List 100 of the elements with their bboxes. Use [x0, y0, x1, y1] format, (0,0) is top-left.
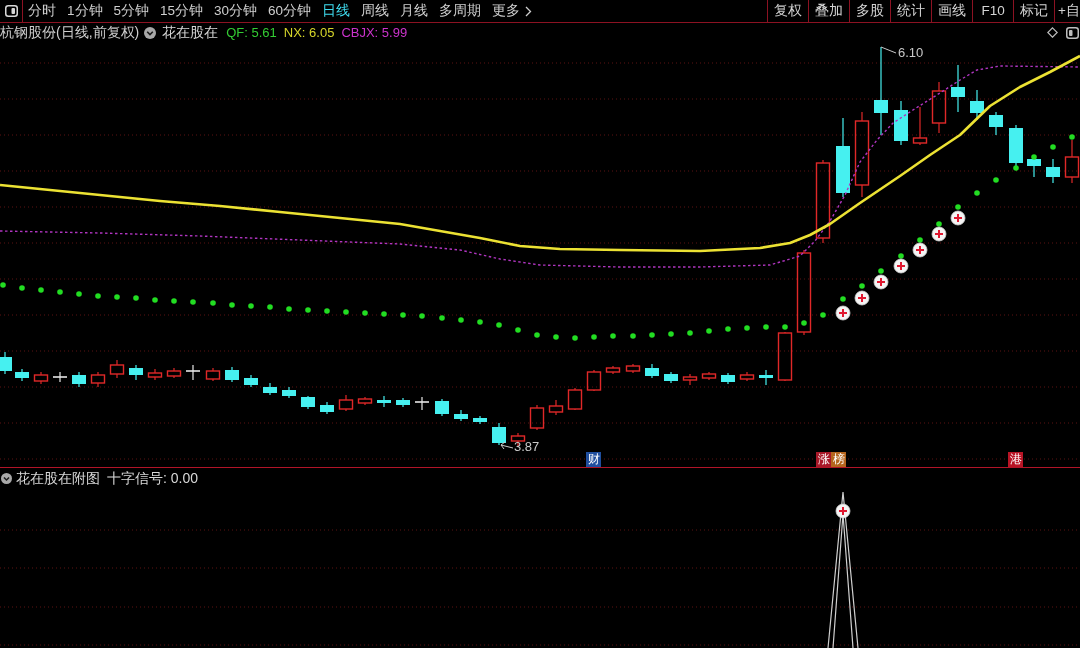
- signal-dot: [898, 253, 904, 259]
- candlestick: [894, 100, 908, 146]
- candlestick: [72, 371, 86, 388]
- signal-dot: [362, 310, 368, 316]
- signal-dot: [1013, 165, 1019, 171]
- plus-circle-icon: [912, 242, 928, 258]
- candlestick: [1009, 124, 1023, 168]
- candlestick: [1064, 139, 1080, 184]
- indicator-name: 花在股在: [162, 23, 219, 42]
- plus-circle-icon: [931, 226, 947, 242]
- signal-dot: [57, 289, 63, 295]
- candlestick: [166, 367, 182, 379]
- leader-arrow: [500, 441, 514, 450]
- signal-dot: [515, 327, 521, 333]
- signal-dot: [439, 315, 445, 321]
- candlestick: [625, 363, 641, 374]
- signal-dot: [974, 190, 980, 196]
- period-tab[interactable]: 月线: [400, 0, 429, 22]
- signal-dot: [706, 328, 712, 334]
- more-button[interactable]: 更多: [492, 0, 533, 22]
- indicator-readout: 十字信号: 0.00: [107, 468, 199, 488]
- signal-dot: [668, 331, 674, 337]
- period-tab[interactable]: 5分钟: [113, 0, 150, 22]
- event-marker[interactable]: 港: [1008, 452, 1023, 467]
- period-tab[interactable]: 多周期: [439, 0, 482, 22]
- toolbar-button[interactable]: F10: [972, 0, 1014, 22]
- period-tab[interactable]: 周线: [361, 0, 390, 22]
- signal-dot: [114, 294, 120, 300]
- signal-dot: [171, 298, 177, 304]
- signal-dot: [553, 334, 559, 340]
- event-marker[interactable]: 财: [586, 452, 601, 467]
- candlestick: [33, 371, 49, 385]
- signal-dot: [572, 335, 578, 341]
- signal-dot: [936, 221, 942, 227]
- candlestick: [357, 396, 373, 406]
- signal-dot: [458, 317, 464, 323]
- indicator-name: 花在股在附图: [16, 468, 100, 488]
- signal-dot: [725, 326, 731, 332]
- period-tab[interactable]: 30分钟: [214, 0, 258, 22]
- candlestick: [0, 351, 12, 375]
- panel-toggle-icon[interactable]: [4, 5, 18, 17]
- signal-dot: [286, 306, 292, 312]
- candlestick: [263, 382, 277, 396]
- period-tab[interactable]: 分时: [28, 0, 56, 22]
- toolbar-button[interactable]: 多股: [849, 0, 891, 22]
- candlestick: [586, 369, 602, 392]
- period-tab[interactable]: 1分钟: [67, 0, 103, 22]
- signal-dot: [95, 293, 101, 299]
- signal-dot: [878, 268, 884, 274]
- toolbar-button[interactable]: 画线: [931, 0, 973, 22]
- candlestick: [664, 371, 678, 384]
- signal-dot: [190, 299, 196, 305]
- signal-dot: [534, 332, 540, 338]
- signal-dot: [305, 307, 311, 313]
- signal-dot: [19, 285, 25, 291]
- candlestick: [282, 386, 296, 399]
- candlestick: [435, 398, 449, 417]
- toolbar-button[interactable]: 标记: [1013, 0, 1055, 22]
- plus-circle-icon: [835, 503, 851, 519]
- period-tab[interactable]: 15分钟: [160, 0, 204, 22]
- signal-dot: [840, 296, 846, 302]
- event-marker[interactable]: 榜: [831, 452, 846, 467]
- candlestick: [90, 371, 106, 388]
- signal-dot: [1069, 134, 1075, 140]
- signal-dot: [496, 322, 502, 328]
- toolbar-button[interactable]: +自: [1054, 0, 1080, 22]
- candlestick: [912, 106, 928, 146]
- candlestick: [377, 395, 391, 408]
- candlestick: [682, 373, 698, 386]
- candlestick: [701, 371, 717, 381]
- plus-circle-icon: [873, 274, 889, 290]
- candlestick: [338, 394, 354, 412]
- candlestick: [989, 111, 1003, 136]
- toolbar-button[interactable]: 统计: [890, 0, 932, 22]
- candlestick: [492, 422, 506, 446]
- period-tab[interactable]: 日线: [322, 0, 351, 22]
- toolbar-button[interactable]: 复权: [767, 0, 809, 22]
- signal-dot: [1031, 154, 1037, 160]
- signal-dot: [133, 295, 139, 301]
- diamond-icon[interactable]: [1047, 27, 1058, 38]
- signal-dot: [248, 303, 254, 309]
- event-marker[interactable]: 涨: [816, 452, 831, 467]
- chevron-down-circle-icon[interactable]: [144, 26, 157, 39]
- chevron-right-icon: [525, 5, 533, 17]
- chevron-down-circle-icon[interactable]: [1, 472, 12, 484]
- price-label: 3.87: [514, 440, 540, 454]
- candlestick: [1046, 158, 1060, 184]
- signal-dot: [820, 312, 826, 318]
- signal-dot: [38, 287, 44, 293]
- candlestick: [320, 401, 334, 415]
- candlestick: [529, 404, 545, 431]
- toolbar-button[interactable]: 叠加: [808, 0, 850, 22]
- panel-toggle-icon[interactable]: [1066, 26, 1079, 39]
- candlestick: [777, 331, 793, 382]
- stock-title: 杭钢股份(日线,前复权): [0, 23, 140, 42]
- candlestick: [244, 374, 258, 388]
- leader-line: [880, 46, 897, 54]
- signal-dot: [324, 308, 330, 314]
- signal-dot: [782, 324, 788, 330]
- period-tab[interactable]: 60分钟: [268, 0, 312, 22]
